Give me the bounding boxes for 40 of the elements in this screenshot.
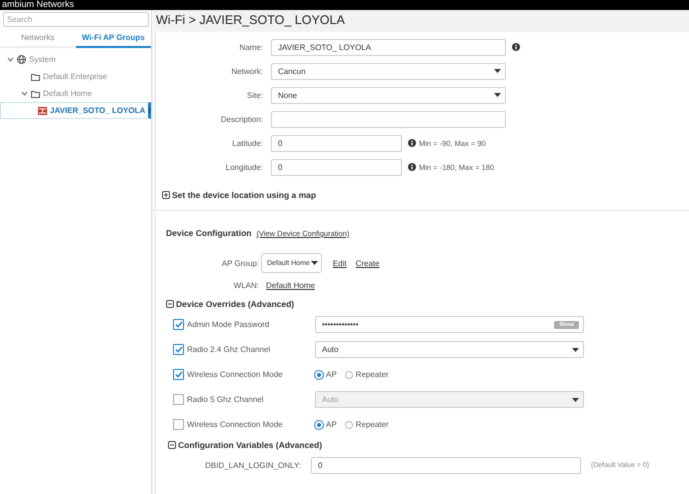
field-label: Name: (238, 42, 264, 52)
field-label: Latitude: (231, 138, 264, 148)
radio-button[interactable]: AP (315, 420, 337, 429)
brand-text: ambium Networks (1, 0, 76, 9)
field-label: Site: (246, 90, 264, 100)
tree-item[interactable]: System (0, 51, 151, 68)
page-title: Wi-Fi > JAVIER_SOTO_ LOYOLA (155, 10, 689, 32)
input-field[interactable]: 0 (271, 158, 402, 176)
dropdown[interactable]: Auto (315, 341, 584, 358)
wlan-link[interactable]: Default Home (266, 280, 315, 290)
field-label: DBID_LAN_LOGIN_ONLY: (204, 460, 302, 470)
link[interactable]: Create (356, 258, 380, 268)
dropdown[interactable]: Cancun (271, 62, 506, 80)
field-label: Network: (230, 66, 264, 76)
input-field[interactable]: JAVIER_SOTO_ LOYOLA (271, 38, 506, 56)
radio-button[interactable]: Repeater (344, 370, 389, 379)
tab[interactable]: Networks (0, 29, 76, 48)
field-label: AP Group: (220, 258, 260, 268)
option-label: Wireless Connection Mode (186, 370, 284, 379)
input-field[interactable]: 0 (271, 134, 402, 152)
tree-item[interactable]: JAVIER_SOTO_ LOYOLA ⁞ (0, 102, 151, 119)
field-label: WLAN: (232, 280, 260, 290)
field-label: Longitude: (224, 162, 264, 172)
input-field[interactable]: 0 (311, 456, 581, 474)
option-label: Radio 5 Ghz Channel (186, 395, 264, 404)
section-title: Device Configuration (166, 228, 252, 238)
tree-item[interactable]: Default Home (0, 85, 151, 102)
radio-button[interactable]: Repeater (344, 420, 389, 429)
option-label: Radio 2.4 Ghz Channel (186, 345, 272, 354)
tree-item[interactable]: Default Enterprise (0, 68, 151, 85)
field-label: Description: (220, 114, 264, 124)
section-header[interactable]: Device Overrides (Advanced) (159, 296, 689, 312)
search-field[interactable]: Search (3, 12, 149, 27)
option-label: Admin Mode Password (186, 320, 270, 329)
radio-button[interactable]: AP (315, 370, 337, 379)
option-label: Wireless Connection Mode (186, 420, 284, 429)
link[interactable]: Edit (332, 258, 347, 268)
section-header[interactable]: Configuration Variables (Advanced) (161, 437, 689, 453)
section-header[interactable]: Set the device location using a map (155, 185, 689, 211)
dropdown[interactable]: None (271, 86, 506, 104)
